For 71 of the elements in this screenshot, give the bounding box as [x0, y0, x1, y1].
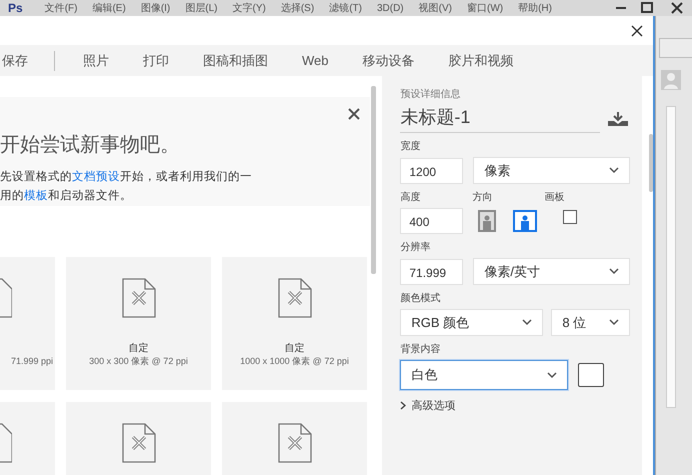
preset-tile[interactable]: 71.999 ppi — [0, 257, 55, 390]
preset-size: 1000 x 1000 像素 @ 72 ppi — [240, 355, 349, 367]
input-field[interactable]: 1200 — [400, 158, 464, 184]
chevron-down-icon — [609, 319, 620, 326]
tab[interactable]: 打印 — [143, 52, 169, 70]
section-title: 预设详细信息 — [400, 88, 462, 102]
menu-item[interactable]: 编辑(E) — [92, 1, 126, 15]
menu-item[interactable]: 滤镜(T) — [329, 1, 362, 15]
tab[interactable]: 照片 — [83, 52, 109, 70]
preset-name: 自定 — [284, 343, 304, 355]
dropdown[interactable]: 像素 — [473, 157, 630, 184]
disclosure-toggle[interactable]: 高级选项 — [400, 398, 642, 413]
document-icon — [122, 423, 156, 463]
field-label: 方向 — [472, 191, 494, 205]
tab[interactable]: 胶片和视频 — [448, 52, 514, 70]
preset-name: 自定 — [128, 343, 148, 355]
menu-item[interactable]: 帮助(H) — [518, 1, 552, 15]
chevron-down-icon — [522, 319, 532, 326]
link[interactable]: 模板 — [24, 190, 48, 202]
menu-item[interactable]: 文字(Y) — [232, 1, 266, 15]
close-icon[interactable] — [631, 24, 643, 36]
link[interactable]: 文档预设 — [72, 171, 120, 183]
dropdown[interactable]: RGB 颜色 — [400, 309, 544, 336]
document-icon — [0, 423, 12, 463]
welcome-text: 先设置格式的文档预设开始，或者利用我们的一 用的模板和启动器文件。 — [0, 170, 253, 204]
menu-item[interactable]: 文件(F) — [44, 1, 78, 15]
tab[interactable]: 图稿和插图 — [203, 52, 268, 70]
document-name-field[interactable]: 未标题-1 — [400, 105, 600, 133]
field-label: 颜色模式 — [400, 292, 442, 306]
field-label: 画板 — [544, 191, 566, 205]
scrollbar[interactable] — [649, 134, 653, 192]
scrollbar[interactable] — [371, 86, 376, 274]
input-field[interactable]: 71.999 — [400, 258, 464, 284]
field-label: 宽度 — [400, 140, 422, 154]
menu-item[interactable]: 图像(I) — [140, 1, 170, 15]
menu-item[interactable]: 窗口(W) — [466, 1, 504, 15]
portrait-button[interactable] — [478, 210, 496, 232]
menu-item[interactable]: 图层(L) — [185, 1, 218, 15]
color-swatch[interactable] — [578, 363, 604, 387]
close-icon[interactable] — [348, 108, 360, 120]
field-label: 背景内容 — [400, 343, 442, 357]
scrollbar[interactable] — [666, 106, 676, 408]
save-preset-icon[interactable] — [608, 112, 628, 126]
input-field[interactable]: 400 — [400, 208, 464, 234]
dropdown[interactable]: 像素/英寸 — [473, 258, 630, 285]
preset-size: 71.999 ppi — [10, 355, 53, 367]
menu-item[interactable]: 视图(V) — [418, 1, 452, 15]
preset-size: 300 x 300 像素 @ 72 ppi — [89, 355, 188, 367]
tab[interactable]: 移动设备 — [362, 52, 414, 70]
welcome-title: 开始尝试新事物吧。 — [0, 133, 181, 158]
field-label: 分辨率 — [400, 241, 432, 255]
dropdown[interactable]: 8 位 — [551, 309, 630, 336]
document-icon — [278, 423, 312, 463]
tab[interactable]: Web — [302, 53, 328, 68]
document-icon — [278, 278, 312, 318]
app-logo: Ps — [8, 1, 23, 15]
field-label: 高度 — [400, 191, 422, 205]
chevron-down-icon — [609, 268, 620, 275]
menu-item[interactable]: 选择(S) — [280, 1, 314, 15]
menu-item[interactable]: 3D(D) — [376, 2, 404, 14]
checkbox[interactable] — [563, 210, 578, 224]
document-icon — [122, 278, 156, 318]
user-icon — [661, 70, 681, 90]
chevron-down-icon — [609, 167, 620, 174]
landscape-button[interactable] — [513, 210, 538, 232]
document-icon — [0, 278, 12, 318]
chevron-down-icon — [547, 372, 558, 378]
tab[interactable]: 保存 — [2, 52, 28, 70]
dropdown[interactable]: 白色 — [400, 360, 568, 390]
preset-tile[interactable]: 自定 1000 x 1000 像素 @ 72 ppi — [222, 257, 367, 390]
preset-tile[interactable]: 自定 300 x 300 像素 @ 72 ppi — [66, 257, 211, 390]
